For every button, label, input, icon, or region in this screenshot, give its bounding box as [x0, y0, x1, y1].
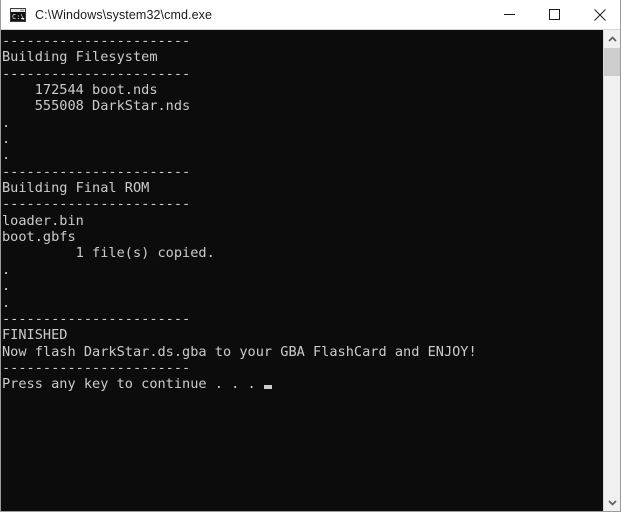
minimize-button[interactable]	[487, 0, 532, 29]
console-line: .	[2, 278, 11, 295]
console-line: -----------------------	[2, 359, 191, 376]
console-line: 172544 boot.nds	[2, 82, 158, 99]
console-text: ----------------------- Building Filesyst…	[2, 33, 605, 393]
console-line: Press any key to continue . . .	[2, 376, 605, 392]
scrollbar-track[interactable]	[604, 48, 620, 493]
scrollbar-thumb[interactable]	[604, 48, 620, 76]
close-button[interactable]	[577, 0, 620, 29]
console-line: 555008 DarkStar.nds	[2, 98, 191, 115]
maximize-button[interactable]	[532, 0, 577, 29]
console-line: boot.gbfs	[2, 229, 76, 246]
console-line: .	[2, 294, 11, 311]
window-title: C:\Windows\system32\cmd.exe	[35, 7, 213, 22]
console-line: 1 file(s) copied.	[2, 245, 215, 262]
text-cursor	[263, 385, 273, 390]
console-line: loader.bin	[2, 212, 84, 229]
svg-text:C:\: C:\	[12, 13, 25, 21]
console-line: -----------------------	[2, 65, 191, 82]
console-line: FINISHED	[2, 327, 68, 344]
console-scrollbar[interactable]	[603, 30, 620, 511]
console-line: .	[2, 131, 11, 148]
console-line: -----------------------	[2, 33, 191, 49]
console-line: Building Final ROM	[2, 180, 150, 197]
cmd-console-icon: C:\	[10, 7, 26, 23]
console-line: -----------------------	[2, 310, 191, 327]
chevron-up-icon[interactable]	[604, 30, 620, 48]
console-line: .	[2, 261, 11, 278]
title-bar[interactable]: C:\ C:\Windows\system32\cmd.exe	[1, 0, 620, 30]
console-line: -----------------------	[2, 196, 191, 213]
console-output-area[interactable]: ----------------------- Building Filesyst…	[1, 30, 605, 511]
cmd-window: C:\ C:\Windows\system32\cmd.exe --------…	[0, 0, 621, 512]
console-line: Now flash DarkStar.ds.gba to your GBA Fl…	[2, 343, 477, 360]
console-line: Building Filesystem	[2, 49, 158, 66]
console-line: .	[2, 147, 11, 164]
console-line: -----------------------	[2, 163, 191, 180]
console-line: .	[2, 114, 11, 131]
chevron-down-icon[interactable]	[604, 493, 620, 511]
